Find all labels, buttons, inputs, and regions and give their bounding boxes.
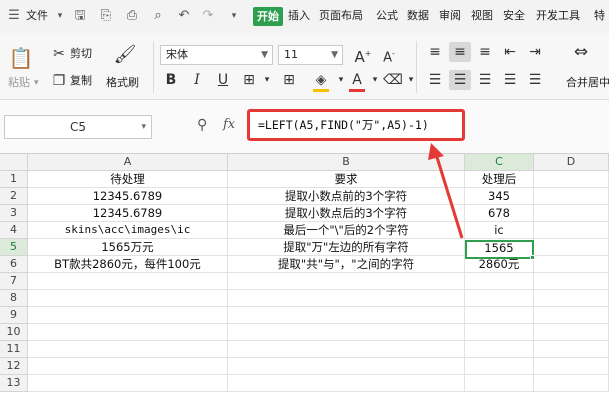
arrow-head [428, 143, 444, 160]
annotation-arrow [428, 143, 464, 239]
spreadsheet-app: ☰ 文件 ▾ 🖫 ⎘ ⎙ ⌕ ↶ ↷ ▾ 开始 插入 页面布局 公式 数据 审阅… [0, 0, 609, 407]
arrow-shaft [434, 153, 464, 239]
